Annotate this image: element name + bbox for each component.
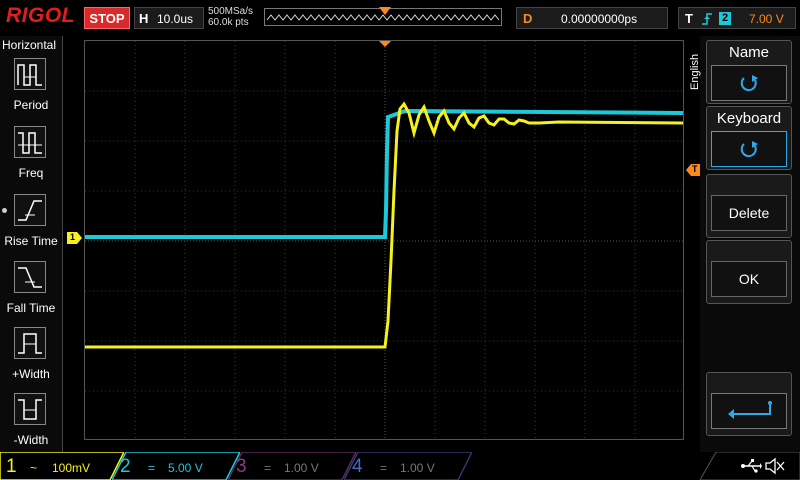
memory-waveform-strip[interactable]: [264, 7, 502, 26]
ch4-coupling-icon: =: [380, 461, 388, 475]
ok-softkey[interactable]: OK: [706, 240, 792, 304]
delete-label: Delete: [728, 205, 770, 221]
menu-divider: [62, 36, 63, 452]
negative-width-button[interactable]: [14, 393, 46, 425]
rise-time-label: Rise Time: [4, 234, 58, 248]
rotate-knob-icon: [740, 141, 758, 158]
period-button[interactable]: [14, 58, 46, 90]
speaker-muted-icon[interactable]: [764, 457, 786, 475]
enter-softkey[interactable]: [706, 372, 792, 436]
delete-button[interactable]: Delete: [711, 195, 787, 231]
trigger-box[interactable]: T 2 7.00 V: [678, 7, 796, 29]
ch1-marker-label: 1: [70, 232, 76, 242]
brand-logo: RIGOL: [6, 4, 75, 27]
name-softkey[interactable]: Name: [706, 40, 792, 104]
ch2-number: 2: [120, 456, 131, 477]
timebase-value: 10.0us: [157, 12, 194, 26]
waveform-display[interactable]: [84, 40, 684, 440]
name-label: Name: [728, 44, 769, 61]
negative-width-label: -Width: [13, 433, 49, 447]
frequency-label: Freq: [18, 166, 44, 180]
frequency-icon: [18, 132, 42, 154]
fall-time-label: Fall Time: [6, 301, 56, 315]
memory-trigger-marker-icon: [379, 7, 391, 15]
name-knob-button[interactable]: [711, 65, 787, 101]
delay-box[interactable]: D 0.00000000ps: [516, 7, 668, 29]
frequency-button[interactable]: [14, 126, 46, 158]
menu-title: Horizontal: [2, 38, 57, 52]
trigger-letter: T: [685, 11, 693, 26]
ch1-scale: 100mV: [52, 461, 91, 475]
rotate-knob-icon: [740, 75, 758, 92]
keyboard-label: Keyboard: [716, 110, 782, 127]
delay-letter: D: [523, 11, 533, 26]
period-label: Period: [13, 98, 49, 112]
timebase-letter: H: [139, 11, 149, 26]
period-icon: [17, 64, 42, 86]
trigger-marker-label: T: [692, 164, 698, 174]
enter-button[interactable]: [711, 393, 787, 429]
negative-width-icon: [18, 399, 42, 420]
ch2-trace: [85, 108, 683, 239]
language-indicator: English: [689, 53, 701, 90]
trigger-position-icon: [379, 41, 391, 47]
ok-label: OK: [738, 271, 760, 287]
graticule: [85, 41, 683, 439]
fall-time-button[interactable]: [14, 261, 46, 293]
enter-return-icon: [728, 401, 772, 419]
sample-rate: 500MSa/s: [208, 6, 254, 17]
delay-value: 0.00000000ps: [561, 12, 638, 26]
ch4-scale: 1.00 V: [400, 461, 435, 475]
fall-time-icon: [18, 267, 42, 288]
ok-button[interactable]: OK: [711, 261, 787, 297]
keyboard-softkey[interactable]: Keyboard: [706, 106, 792, 170]
ch3-coupling-icon: =: [264, 461, 272, 475]
ch2-scale: 5.00 V: [168, 461, 203, 475]
rising-edge-icon: [702, 13, 712, 25]
run-stop-status[interactable]: STOP: [84, 7, 130, 29]
ch3-scale: 1.00 V: [284, 461, 319, 475]
trigger-level: 7.00 V: [749, 12, 784, 26]
ch2-coupling-icon: =: [148, 461, 156, 475]
positive-width-icon: [18, 333, 42, 354]
positive-width-label: +Width: [12, 367, 50, 381]
ch4-number: 4: [352, 456, 363, 477]
selection-dot: [2, 208, 7, 213]
delete-softkey[interactable]: Delete: [706, 174, 792, 238]
positive-width-button[interactable]: [14, 327, 46, 359]
ch1-coupling-icon: ~: [30, 461, 38, 475]
keyboard-knob-button[interactable]: [711, 131, 787, 167]
rise-time-button[interactable]: [14, 194, 46, 226]
trigger-source: 2: [719, 12, 731, 25]
usb-icon: [741, 459, 762, 473]
ch1-number: 1: [6, 456, 17, 477]
timebase-box[interactable]: H 10.0us: [134, 7, 204, 29]
rise-time-icon: [18, 200, 42, 221]
ch3-number: 3: [236, 456, 247, 477]
memory-depth: 60.0k pts: [208, 17, 249, 28]
